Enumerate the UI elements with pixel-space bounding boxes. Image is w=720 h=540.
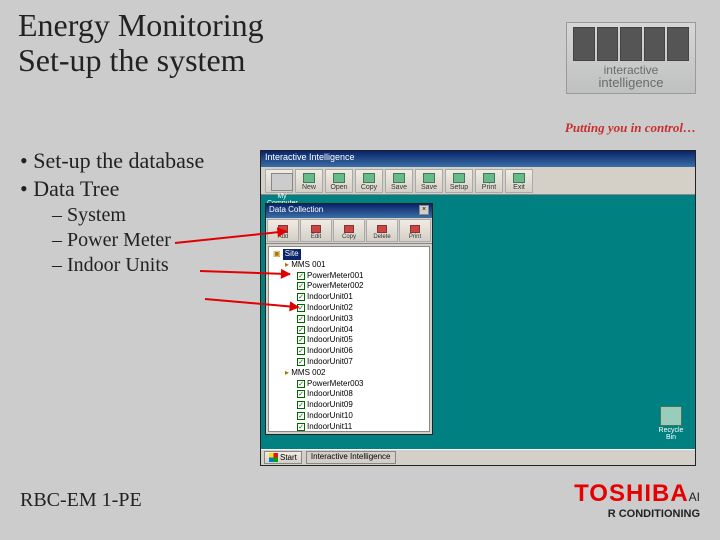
model-number: RBC-EM 1-PE (20, 489, 142, 512)
app-titlebar: Interactive Intelligence (261, 151, 695, 167)
tree-leaf[interactable]: ✓IndoorUnit04 (273, 325, 425, 336)
window-toolbar: Add Edit Copy Delete Print (266, 218, 432, 244)
bullet-2: Data Tree (20, 176, 204, 202)
brand-footer: TOSHIBAAI R CONDITIONING (574, 480, 700, 520)
win-tool-btn[interactable]: Copy (333, 219, 365, 242)
window-titlebar: Data Collection × (266, 204, 432, 218)
tree-leaf[interactable]: ✓IndoorUnit08 (273, 389, 425, 400)
tree-leaf[interactable]: ✓IndoorUnit10 (273, 411, 425, 422)
toolbar-btn[interactable]: New (295, 169, 323, 193)
win-tool-btn[interactable]: Print (399, 219, 431, 242)
tagline: Putting you in control… (565, 120, 696, 136)
desktop-my-computer[interactable]: My Computer (267, 173, 297, 207)
win-tool-btn[interactable]: Delete (366, 219, 398, 242)
toolbar-btn[interactable]: Setup (445, 169, 473, 193)
brand-name: TOSHIBA (574, 480, 689, 507)
close-icon[interactable]: × (419, 205, 429, 215)
toolbar-btn[interactable]: Exit (505, 169, 533, 193)
tree-leaf[interactable]: ✓IndoorUnit03 (273, 314, 425, 325)
toolbar-btn[interactable]: Save (385, 169, 413, 193)
computer-icon (271, 173, 293, 191)
taskbar-app[interactable]: Interactive Intelligence (306, 451, 396, 464)
toolbar-btn[interactable]: Print (475, 169, 503, 193)
tree-leaf[interactable]: ✓PowerMeter001 (273, 271, 425, 282)
taskbar: Start Interactive Intelligence (261, 449, 695, 465)
desktop-recycle-bin[interactable]: Recycle Bin (655, 406, 687, 441)
tree-leaf[interactable]: ✓PowerMeter002 (273, 281, 425, 292)
app-toolbar: Add New Open Copy Save Save Setup Print … (261, 167, 695, 195)
start-button[interactable]: Start (264, 451, 302, 464)
tree-system[interactable]: ▸ MMS 002 (273, 368, 425, 379)
bullet-1: Set-up the database (20, 148, 204, 174)
slide-title: Energy Monitoring Set-up the system (18, 8, 264, 78)
sub-bullet-3: Indoor Units (52, 254, 204, 277)
title-line-1: Energy Monitoring (18, 8, 264, 43)
brand-logo: interactive intelligence (566, 22, 696, 94)
tree-leaf[interactable]: ✓PowerMeter003 (273, 379, 425, 390)
win-tool-btn[interactable]: Edit (300, 219, 332, 242)
title-line-2: Set-up the system (18, 43, 264, 78)
tree-leaf[interactable]: ✓IndoorUnit07 (273, 357, 425, 368)
brand-subline: R CONDITIONING (574, 508, 700, 520)
data-tree[interactable]: ▣ Site ▸ MMS 001 ✓PowerMeter001 ✓PowerMe… (268, 246, 430, 432)
tree-root[interactable]: ▣ Site (273, 249, 425, 260)
brand-suffix: AI (689, 490, 700, 504)
bullet-list: Set-up the database Data Tree System Pow… (20, 148, 204, 277)
data-collection-window: Data Collection × Add Edit Copy Delete P… (265, 203, 433, 435)
logo-text-2: intelligence (598, 76, 663, 89)
sub-bullet-1: System (52, 204, 204, 227)
recycle-icon (660, 406, 682, 426)
embedded-screenshot: Interactive Intelligence Add New Open Co… (260, 150, 696, 466)
tree-leaf[interactable]: ✓IndoorUnit05 (273, 335, 425, 346)
toolbar-btn[interactable]: Copy (355, 169, 383, 193)
logo-graphic (573, 27, 689, 61)
tree-leaf[interactable]: ✓IndoorUnit11 (273, 422, 425, 432)
toolbar-btn[interactable]: Save (415, 169, 443, 193)
tree-leaf[interactable]: ✓IndoorUnit06 (273, 346, 425, 357)
toolbar-btn[interactable]: Open (325, 169, 353, 193)
tree-leaf[interactable]: ✓IndoorUnit09 (273, 400, 425, 411)
windows-icon (269, 453, 278, 462)
tree-system[interactable]: ▸ MMS 001 (273, 260, 425, 271)
